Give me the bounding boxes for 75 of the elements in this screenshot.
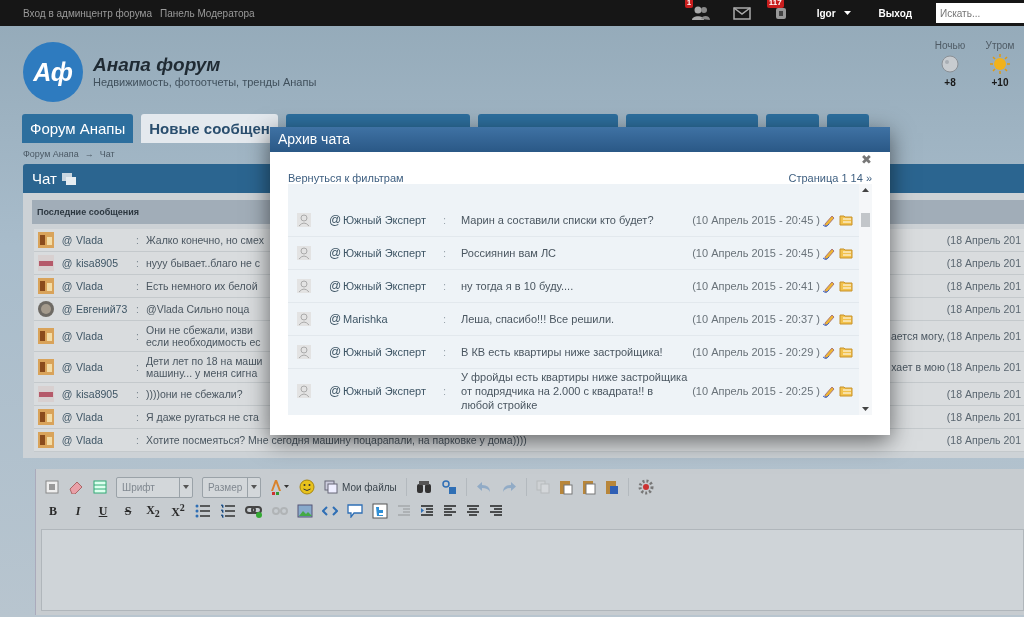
mention-sign: @ bbox=[60, 411, 74, 423]
breadcrumb-separator: → bbox=[84, 149, 94, 159]
message-date: (18 Апрель 201 bbox=[946, 257, 1022, 269]
message-text: У фройды есть квартиры ниже застройщика от подрядчика на 2.000 с квадрата!! в любой стройке bbox=[461, 370, 689, 412]
message-text: машину... у меня сигна bbox=[146, 367, 259, 379]
message-text: Леша, спасибо!!! Все решили. bbox=[461, 312, 616, 326]
mention-sign: @ bbox=[60, 257, 74, 269]
site-title: Анапа форум bbox=[93, 54, 222, 76]
message-text: если необходимость ес bbox=[146, 336, 261, 348]
message-date: (10 Апрель 2015 - 20:37 ) bbox=[692, 313, 820, 325]
separator-colon: : bbox=[136, 330, 140, 342]
mention-sign: @ bbox=[60, 434, 74, 446]
weather-label: Ночью bbox=[934, 40, 966, 51]
message-date: (18 Апрель 201 bbox=[946, 411, 1022, 423]
mention-sign: @ bbox=[60, 234, 74, 246]
mention-sign: @ bbox=[329, 345, 343, 359]
mention-sign: @ bbox=[60, 280, 74, 292]
temperature: +8 bbox=[944, 77, 956, 88]
mention-sign: @ bbox=[329, 312, 343, 326]
message-date: (10 Апрель 2015 - 20:45 ) bbox=[692, 247, 820, 259]
separator-colon: : bbox=[136, 234, 140, 246]
separator-colon: : bbox=[443, 280, 448, 292]
mention-sign: @ bbox=[329, 246, 343, 260]
notification-badge: 117 bbox=[766, 0, 784, 8]
separator-colon: : bbox=[443, 313, 448, 325]
mention-sign: @ bbox=[60, 388, 74, 400]
message-date: (10 Апрель 2015 - 20:29 ) bbox=[692, 346, 820, 358]
mention-sign: @ bbox=[329, 279, 343, 293]
message-date: (10 Апрель 2015 - 20:45 ) bbox=[692, 214, 820, 226]
separator-colon: : bbox=[136, 280, 140, 292]
message-text: ну тогда я в 10 буду.... bbox=[461, 279, 575, 293]
separator-colon: : bbox=[443, 247, 448, 259]
mention-sign: @ bbox=[60, 303, 74, 315]
chat-title: Чат bbox=[32, 170, 57, 187]
separator-colon: : bbox=[136, 257, 140, 269]
message-text: нууу бывает..благо не с bbox=[146, 257, 260, 269]
message-text: Хотите посмеяться? Мне сегодня машину поцарапали, на парковке у дома)))) bbox=[146, 434, 527, 446]
message-date: (18 Апрель 201 bbox=[946, 330, 1022, 342]
message-date: (18 Апрель 201 bbox=[946, 303, 1022, 315]
message-date: (10 Апрель 2015 - 20:25 ) bbox=[692, 385, 820, 397]
message-text: В КВ есть квартиры ниже застройщика! bbox=[461, 345, 664, 359]
message-date: (18 Апрель 201 bbox=[946, 434, 1022, 446]
message-date: (18 Апрель 201 bbox=[946, 361, 1022, 373]
message-text: Жалко конечно, но смех bbox=[146, 234, 264, 246]
mention-sign: @ bbox=[60, 361, 74, 373]
separator-colon: : bbox=[136, 361, 140, 373]
message-text: Есть немного их белой bbox=[146, 280, 258, 292]
separator-colon: : bbox=[136, 303, 140, 315]
mention-sign: @ bbox=[329, 213, 343, 227]
notification-badge: 1 bbox=[684, 0, 694, 8]
message-text: Я даже ругаться не ста bbox=[146, 411, 259, 423]
message-text: Россиянин вам ЛС bbox=[461, 246, 558, 260]
site-subtitle: Недвижимость, фотоотчеты, тренды Анапы bbox=[93, 76, 317, 88]
message-date: (18 Апрель 201 bbox=[946, 280, 1022, 292]
separator-colon: : bbox=[443, 214, 448, 226]
message-text: ))))они не сбежали? bbox=[146, 388, 243, 400]
temperature: +10 bbox=[991, 77, 1009, 88]
weather-label: Утром bbox=[985, 40, 1015, 51]
message-date: (18 Апрель 201 bbox=[946, 388, 1022, 400]
message-text: хает в мою bbox=[891, 361, 945, 373]
separator-colon: : bbox=[136, 411, 140, 423]
message-text: @Vlada Сильно поца bbox=[146, 303, 250, 315]
mention-sign: @ bbox=[60, 330, 74, 342]
separator-colon: : bbox=[136, 434, 140, 446]
message-text: Марин а составили списки кто будет? bbox=[461, 213, 655, 227]
message-date: (10 Апрель 2015 - 20:41 ) bbox=[692, 280, 820, 292]
mention-sign: @ bbox=[329, 384, 343, 398]
message-text: Они не сбежали, изви bbox=[146, 324, 254, 336]
dialog-title: Архив чата bbox=[270, 127, 890, 152]
separator-colon: : bbox=[443, 385, 448, 397]
separator-colon: : bbox=[443, 346, 448, 358]
message-text: Дети лет по 18 на маши bbox=[146, 355, 263, 367]
message-text: ается могу, bbox=[890, 330, 945, 342]
message-date: (18 Апрель 201 bbox=[946, 234, 1022, 246]
separator-colon: : bbox=[136, 388, 140, 400]
